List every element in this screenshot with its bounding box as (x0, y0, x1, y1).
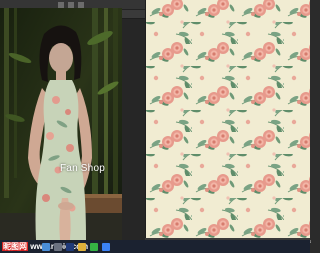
file-explorer-icon[interactable] (78, 243, 86, 251)
photoshop-window: Fan Shop 昵图网 (0, 0, 311, 253)
photoshop-icon[interactable] (66, 243, 74, 251)
floral-pattern-canvas[interactable] (145, 0, 310, 240)
windows-start-icon[interactable] (42, 243, 50, 251)
wechat-icon[interactable] (90, 243, 98, 251)
model-photo (0, 8, 122, 240)
watermark-text: Fan Shop (60, 163, 105, 174)
app-icon[interactable] (102, 243, 110, 251)
search-icon[interactable] (54, 243, 62, 251)
site-logo-cn: 昵图网 (2, 242, 28, 251)
